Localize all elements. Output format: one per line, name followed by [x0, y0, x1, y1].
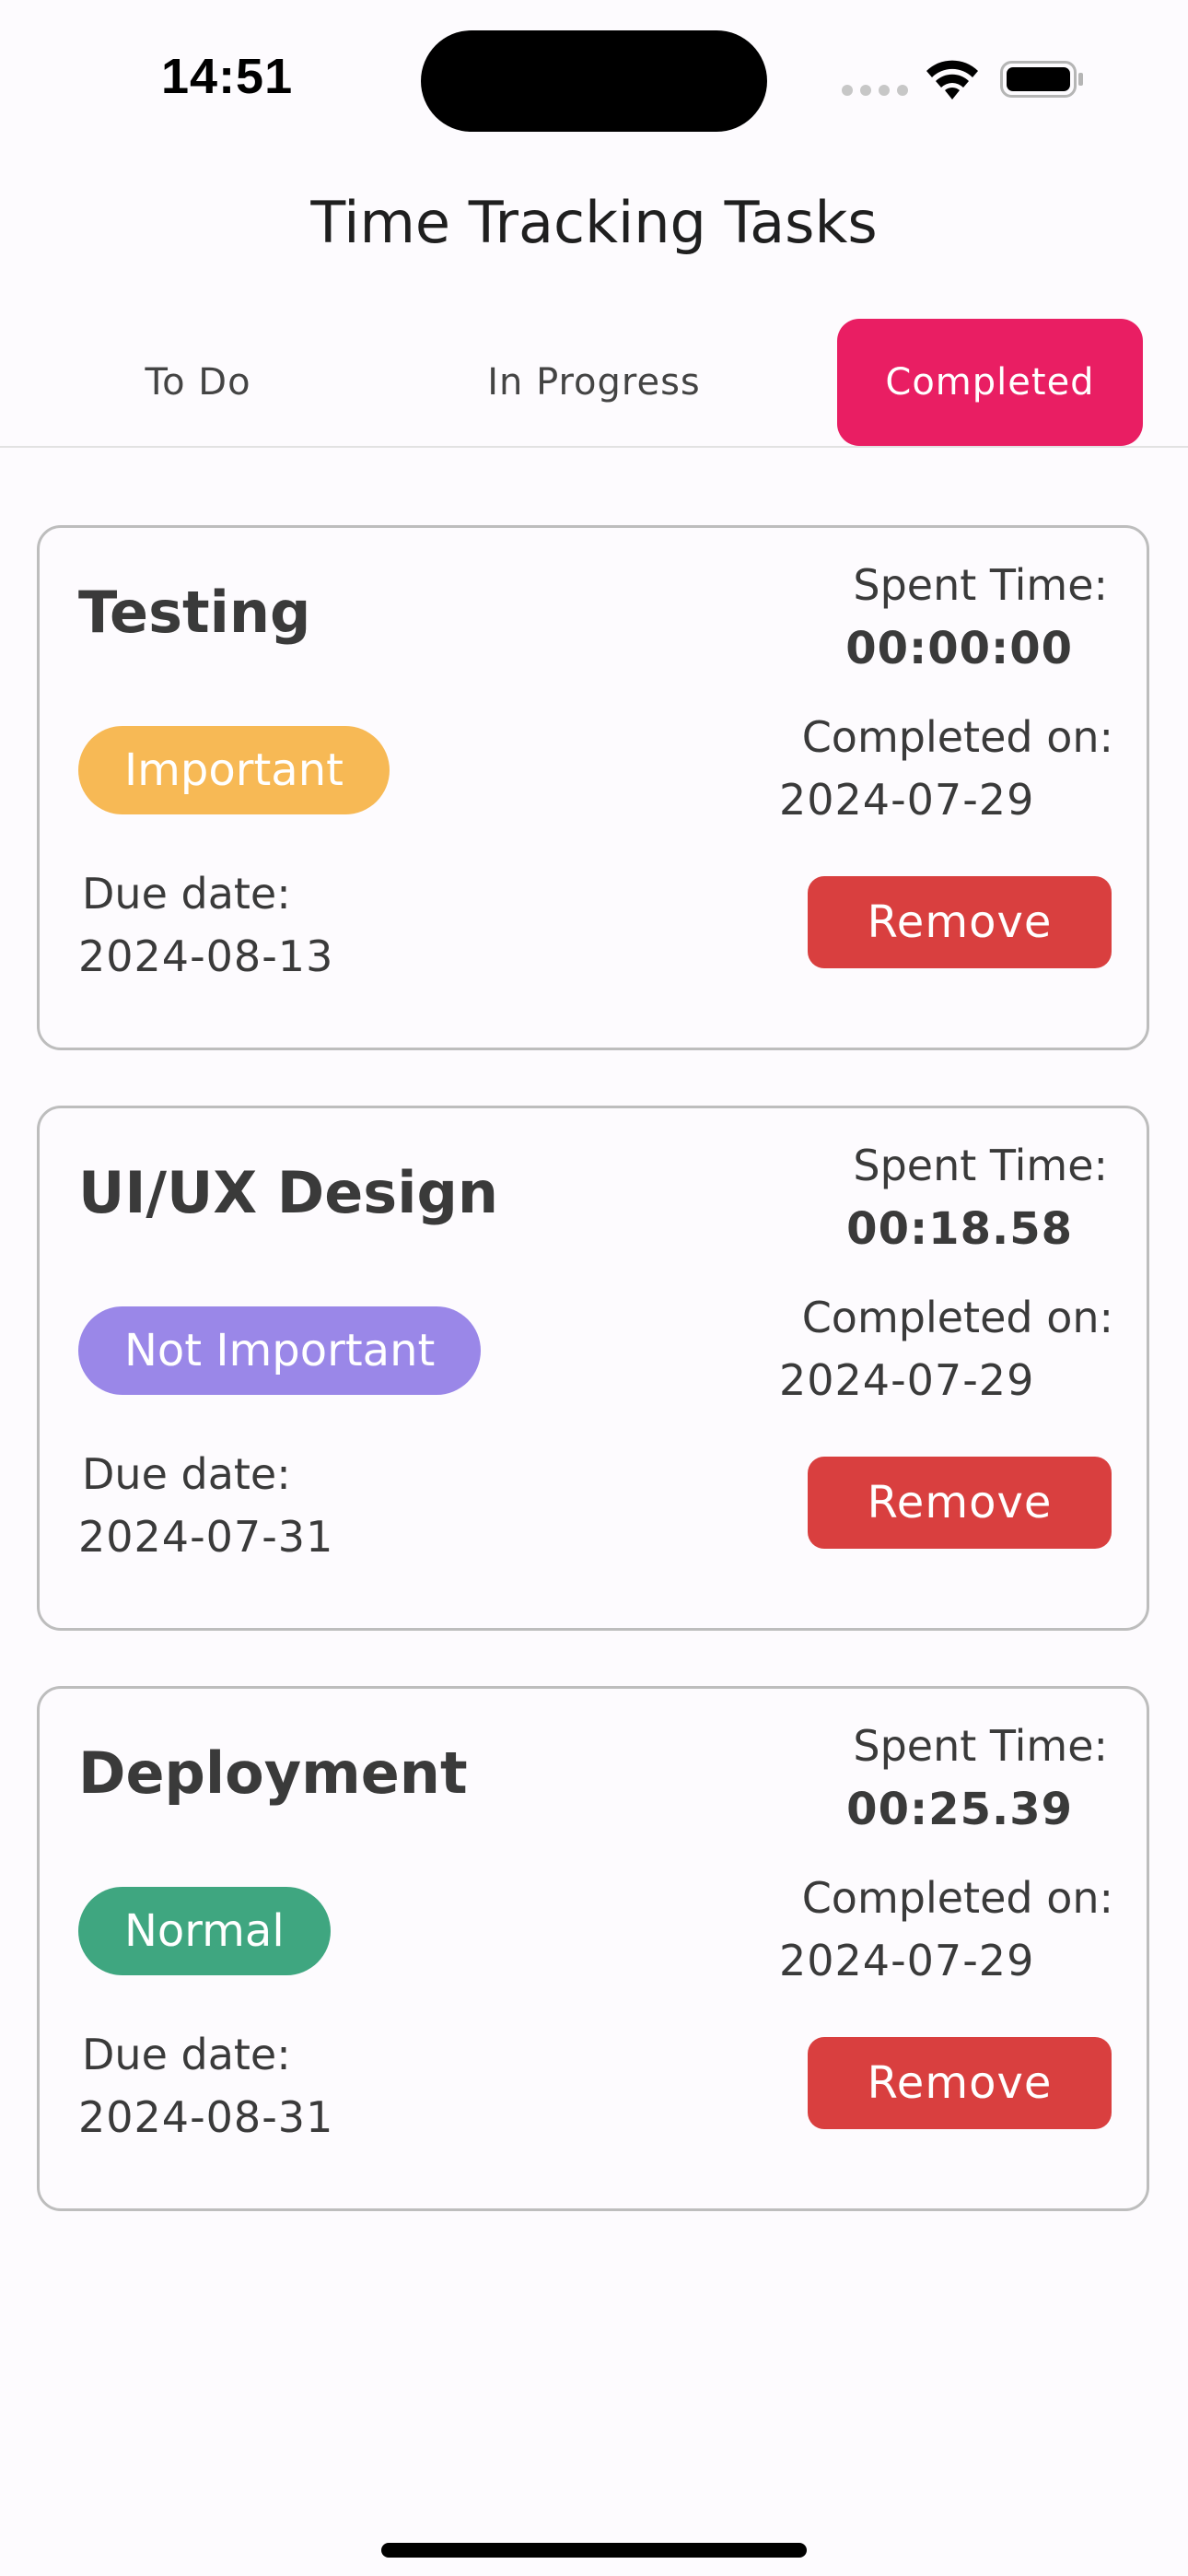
task-title: Testing: [78, 579, 311, 646]
completed-on-label: Completed on:: [801, 1873, 1113, 1923]
page-title: Time Tracking Tasks: [310, 189, 878, 256]
spent-time-label: Spent Time:: [853, 1141, 1108, 1190]
home-indicator[interactable]: [381, 2543, 807, 2558]
spent-time-label: Spent Time:: [853, 1721, 1108, 1771]
task-title: UI/UX Design: [78, 1159, 498, 1226]
spent-time-value: 00:25.39: [846, 1784, 1073, 1835]
due-date-label: Due date:: [82, 1449, 291, 1499]
task-card: Testing Spent Time: 00:00:00 Important C…: [37, 525, 1149, 1050]
priority-badge: Important: [78, 726, 390, 814]
tab-in-progress[interactable]: In Progress: [433, 319, 755, 446]
task-title: Deployment: [78, 1739, 468, 1807]
tab-bar: To Do In Progress Completed: [0, 319, 1188, 448]
priority-badge: Not Important: [78, 1306, 482, 1395]
completed-on-value: 2024-07-29: [779, 1355, 1035, 1405]
wifi-icon: [926, 60, 978, 100]
completed-on-label: Completed on:: [801, 1293, 1113, 1342]
due-date-value: 2024-08-13: [78, 931, 334, 981]
spent-time-value: 00:00:00: [845, 623, 1073, 674]
tab-to-do[interactable]: To Do: [37, 319, 359, 446]
spent-time-label: Spent Time:: [853, 560, 1108, 610]
tab-completed[interactable]: Completed: [837, 319, 1143, 446]
completed-on-value: 2024-07-29: [779, 775, 1035, 825]
cellular-signal-icon: [842, 85, 908, 96]
task-card: Deployment Spent Time: 00:25.39 Normal C…: [37, 1686, 1149, 2211]
task-card: UI/UX Design Spent Time: 00:18.58 Not Im…: [37, 1106, 1149, 1631]
spent-time-value: 00:18.58: [846, 1203, 1073, 1255]
remove-button[interactable]: Remove: [808, 2037, 1112, 2129]
remove-button[interactable]: Remove: [808, 1457, 1112, 1549]
status-time: 14:51: [161, 49, 294, 104]
priority-badge: Normal: [78, 1887, 331, 1975]
remove-button[interactable]: Remove: [808, 876, 1112, 968]
due-date-value: 2024-07-31: [78, 1512, 334, 1562]
dynamic-island: [421, 30, 767, 132]
status-bar: 14:51: [0, 0, 1188, 157]
completed-on-value: 2024-07-29: [779, 1936, 1035, 1985]
completed-on-label: Completed on:: [801, 712, 1113, 762]
due-date-label: Due date:: [82, 869, 291, 919]
battery-icon: [1000, 61, 1083, 98]
due-date-label: Due date:: [82, 2030, 291, 2079]
due-date-value: 2024-08-31: [78, 2092, 334, 2142]
